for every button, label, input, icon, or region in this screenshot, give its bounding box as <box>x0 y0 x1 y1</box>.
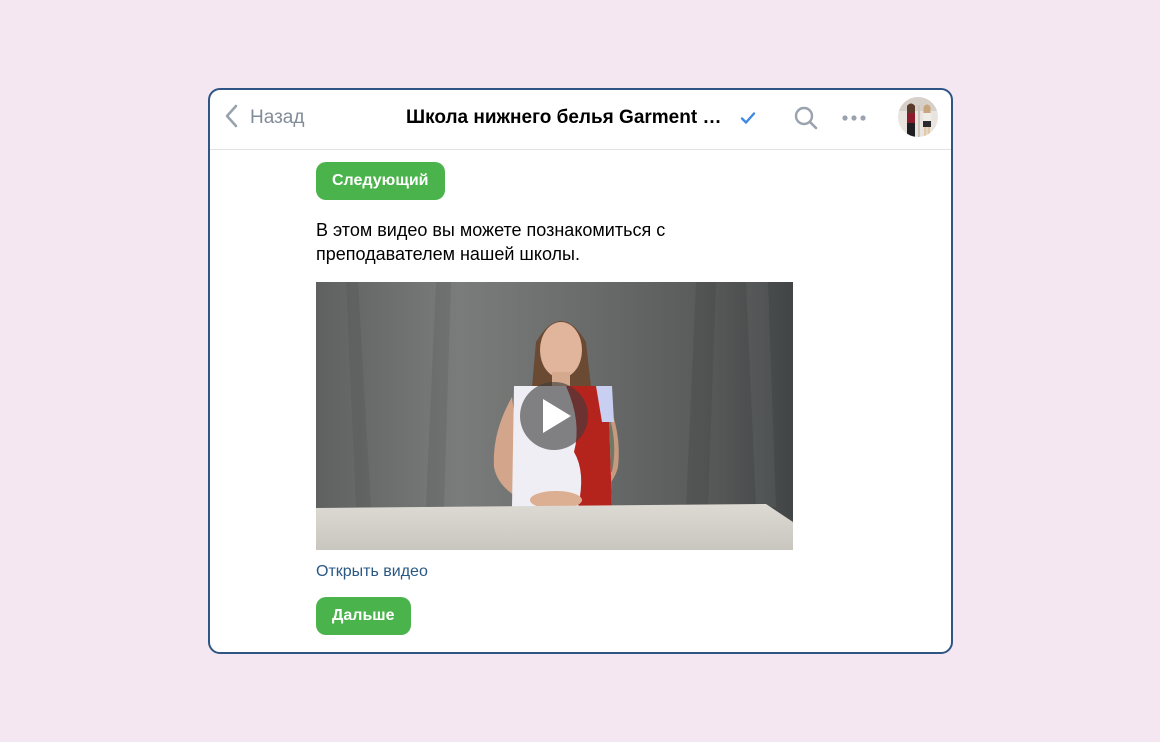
open-video-link[interactable]: Открыть видео <box>316 563 428 581</box>
play-icon[interactable] <box>520 382 588 450</box>
back-button[interactable]: Назад <box>222 104 304 132</box>
verified-check-icon <box>738 108 758 128</box>
search-icon[interactable] <box>793 105 819 131</box>
message-text: В этом видео вы можете познакомиться с п… <box>316 220 666 264</box>
back-label: Назад <box>250 107 305 128</box>
more-horizontal-icon[interactable] <box>840 105 872 131</box>
chat-window: Назад Школа нижнего белья Garment school <box>208 88 953 654</box>
further-button[interactable]: Дальше <box>316 597 411 635</box>
next-button[interactable]: Следующий <box>316 162 445 200</box>
avatar[interactable] <box>898 97 938 137</box>
video-preview[interactable] <box>316 282 793 550</box>
chat-title[interactable]: Школа нижнего белья Garment school <box>406 104 730 132</box>
chevron-left-icon <box>222 103 240 134</box>
chat-header: Назад Школа нижнего белья Garment school <box>210 90 951 150</box>
